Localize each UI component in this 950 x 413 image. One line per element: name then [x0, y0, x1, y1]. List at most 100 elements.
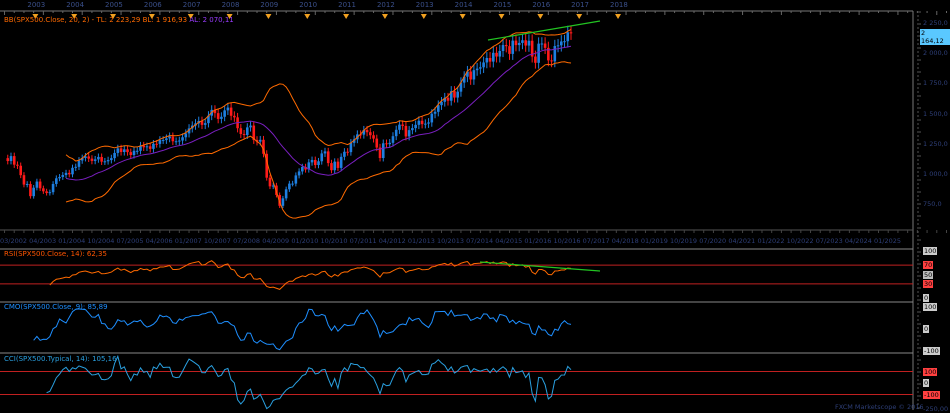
candle-bear [420, 120, 424, 125]
candle-bull [9, 156, 13, 162]
candle-bull [482, 62, 485, 68]
year-label: 2004 [66, 1, 85, 9]
chart-canvas[interactable] [0, 0, 950, 413]
rsi-axis-label: 0 [923, 294, 930, 302]
trendline [487, 20, 601, 41]
year-marker-icon [304, 14, 311, 19]
date-label: 07/2014 [466, 237, 494, 245]
candle-bull [103, 161, 107, 163]
cci-axis-label: 0 [923, 379, 930, 387]
candle-bear [401, 124, 404, 126]
candle-bull [537, 43, 540, 63]
date-label: 10/2010 [320, 237, 348, 245]
candle-bull [456, 91, 460, 98]
candle-bull [333, 161, 336, 171]
date-label: 04/2024 [844, 237, 872, 245]
bb-lower-band [65, 61, 572, 219]
date-label: 10/2019 [670, 237, 698, 245]
date-label: 07/2011 [349, 237, 377, 245]
candle-bear [369, 132, 372, 136]
candle-bull [430, 113, 434, 123]
candle-bull [297, 171, 301, 176]
candle-bull [427, 122, 430, 124]
candle-bull [475, 68, 479, 71]
year-label: 2010 [299, 1, 318, 9]
year-label: 2016 [532, 1, 551, 9]
price-axis-label: 1 500,0 [923, 109, 948, 118]
chart-window: BB(SPX500.Close, 20, 2) - TL: 2 223,29 B… [0, 0, 950, 413]
date-label: 01/2019 [640, 237, 668, 245]
candle-bear [239, 128, 243, 135]
candle-bull [291, 183, 294, 185]
year-label: 2005 [105, 1, 123, 9]
candle-bull [407, 130, 411, 137]
candle-bear [155, 143, 158, 145]
rsi-legend: RSI(SPX500.Close, 14): 62,35 [4, 250, 107, 258]
candle-bull [563, 41, 566, 43]
year-label: 2009 [260, 1, 279, 9]
cci-axis-label: -100 [923, 390, 940, 399]
year-label: 2015 [493, 1, 512, 9]
date-label: 01/2004 [58, 237, 86, 245]
candle-bull [258, 139, 262, 142]
candle-bull [145, 146, 149, 148]
candle-bull [97, 156, 100, 160]
candle-bull [226, 107, 230, 111]
candle-bear [453, 91, 456, 98]
candle-bear [534, 56, 537, 63]
candle-bull [479, 67, 482, 69]
bb-legend-tl: TL: 2 223,29 [96, 16, 141, 24]
candle-bear [242, 134, 246, 136]
candle-bear [22, 175, 26, 185]
candle-bull [398, 124, 401, 130]
candle-bull [472, 70, 476, 80]
candle-bull [433, 111, 437, 114]
candle-bear [38, 181, 42, 189]
candle-bull [317, 161, 320, 166]
date-label: 01/2007 [174, 237, 202, 245]
candle-bull [48, 192, 52, 194]
candle-bear [87, 156, 90, 159]
year-label: 2006 [143, 1, 162, 9]
candle-bear [569, 32, 573, 34]
candle-bull [284, 189, 288, 199]
candle-bear [313, 159, 317, 166]
candle-bear [216, 113, 220, 119]
candle-bear [346, 151, 349, 153]
candle-bull [343, 151, 346, 157]
candle-bull [527, 40, 531, 46]
candle-bull [106, 160, 110, 162]
date-label: 07/2008 [233, 237, 261, 245]
candle-bear [326, 151, 330, 164]
candle-bull [540, 43, 544, 45]
date-label: 07/2017 [582, 237, 610, 245]
candle-bear [148, 146, 152, 149]
candle-bear [129, 152, 133, 156]
price-axis-label: 2 250,0 [923, 19, 948, 27]
candle-bull [93, 159, 97, 161]
candle-bull [521, 40, 524, 43]
date-label: 04/2012 [378, 237, 406, 245]
candle-bull [135, 150, 139, 152]
candle-bull [113, 152, 116, 159]
candle-bull [161, 140, 165, 142]
date-label: 10/2013 [436, 237, 464, 245]
date-label: 10/2022 [786, 237, 814, 245]
candle-bear [233, 115, 236, 118]
year-label: 2014 [454, 1, 473, 9]
year-label: 2011 [338, 1, 356, 9]
year-marker-icon [343, 14, 350, 19]
candle-bull [35, 181, 39, 188]
year-label: 2018 [610, 1, 628, 9]
candle-bear [45, 191, 48, 194]
date-label: 01/2013 [407, 237, 435, 245]
date-label: 10/2007 [203, 237, 231, 245]
candle-bull [116, 148, 120, 153]
candle-bear [171, 136, 175, 142]
candle-bull [122, 149, 126, 152]
candle-bear [543, 43, 547, 48]
candle-bear [19, 165, 23, 176]
candle-bear [229, 107, 233, 116]
candle-bull [168, 136, 171, 139]
price-axis-label: 750,0 [923, 200, 942, 208]
